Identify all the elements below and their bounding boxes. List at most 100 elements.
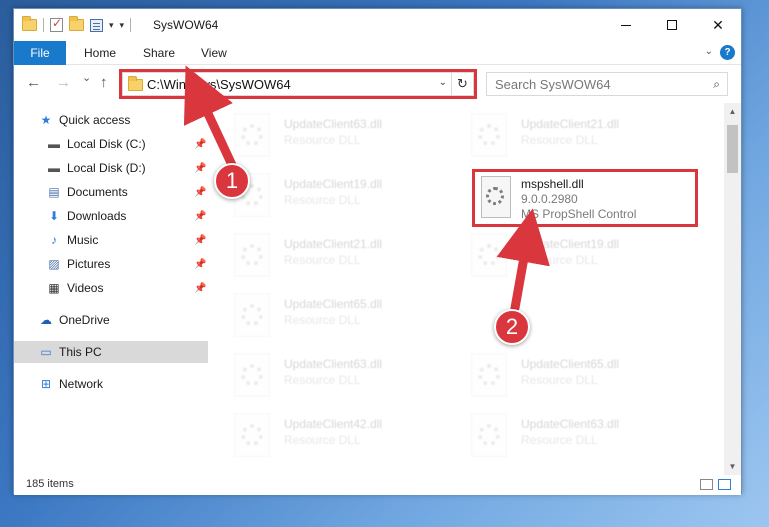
tab-view[interactable]: View (201, 41, 227, 65)
list-item[interactable]: UpdateClient21.dll Resource DLL (210, 227, 430, 287)
list-item[interactable]: UpdateClient63.dll Resource DLL (210, 347, 430, 407)
minimize-button[interactable] (603, 9, 649, 41)
file-name: UpdateClient21.dll (284, 237, 383, 251)
search-box[interactable]: Search SysWOW64 ⌕ (486, 72, 728, 96)
cloud-icon: ☁ (38, 313, 54, 327)
highlighted-file-mspshell[interactable]: mspshell.dll 9.0.0.2980 MS PropShell Con… (472, 169, 698, 227)
divider (43, 18, 44, 32)
sidebar-item-label: Music (67, 233, 99, 247)
file-name: UpdateClient21.dll (521, 117, 620, 131)
quick-access-toolbar: ▾ ▾ (22, 16, 132, 33)
sidebar-item-this-pc[interactable]: ▭ This PC (14, 341, 208, 363)
sidebar-item-music[interactable]: ♪ Music 📌 (14, 229, 208, 251)
file-description: Resource DLL (284, 373, 361, 387)
file-description: Resource DLL (521, 433, 598, 447)
drive-glyph: ▬ (48, 137, 60, 151)
folder-icon[interactable] (22, 16, 37, 31)
file-list: UpdateClient63.dll Resource DLL UpdateCl… (210, 103, 724, 475)
address-highlight-box (119, 69, 477, 99)
file-description: Resource DLL (284, 193, 361, 207)
forward-button[interactable]: → (56, 74, 71, 91)
details-view-icon[interactable] (700, 479, 713, 490)
file-name: UpdateClient42.dll (284, 417, 383, 431)
pin-icon[interactable]: 📌 (194, 139, 206, 150)
file-description: Resource DLL (521, 373, 598, 387)
pin-icon[interactable]: 📌 (194, 187, 206, 198)
close-button[interactable]: ✕ (695, 9, 741, 41)
recent-locations-chevron-icon[interactable]: ⌄ (82, 71, 91, 84)
sidebar-item-label: Pictures (67, 257, 111, 271)
scrollbar-thumb[interactable] (727, 125, 738, 173)
sidebar-item-label: Local Disk (C:) (67, 137, 146, 151)
dll-file-icon (234, 113, 270, 157)
pictures-glyph: ▨ (48, 257, 60, 271)
dll-file-icon (471, 233, 507, 277)
sidebar-item-onedrive[interactable]: ☁ OneDrive (14, 309, 208, 331)
help-icon[interactable]: ? (720, 45, 735, 60)
documents-glyph: ▤ (48, 185, 60, 199)
list-item[interactable]: UpdateClient63.dll Resource DLL (210, 107, 430, 167)
customize-toolbar-icon[interactable] (90, 18, 103, 32)
status-bar: 185 items (14, 475, 741, 495)
divider (130, 18, 132, 32)
navigation-bar: ← → ⌄ ↑ C:\Windows\SysWOW64 ⌄ ↻ Search S… (14, 66, 741, 100)
properties-check-icon[interactable] (50, 16, 63, 32)
vertical-scrollbar[interactable]: ▲ ▼ (724, 103, 741, 475)
pin-icon[interactable]: 📌 (194, 259, 206, 270)
back-button[interactable]: ← (26, 74, 41, 91)
dll-file-icon (471, 353, 507, 397)
search-input[interactable]: Search SysWOW64 (495, 77, 611, 92)
sidebar-item-label: Quick access (59, 113, 131, 127)
pin-icon[interactable]: 📌 (194, 211, 206, 222)
tab-share[interactable]: Share (143, 41, 175, 65)
pin-icon[interactable]: 📌 (194, 283, 206, 294)
list-item[interactable]: UpdateClient63.dll Resource DLL (447, 407, 667, 467)
dll-file-icon (471, 413, 507, 457)
sidebar-item-downloads[interactable]: ⬇ Downloads 📌 (14, 205, 208, 227)
sidebar-item-quick-access[interactable]: ★ Quick access (14, 109, 208, 131)
documents-icon: ▤ (46, 185, 62, 199)
sidebar-item-local-disk-c[interactable]: ▬ Local Disk (C:) 📌 (14, 133, 208, 155)
expand-ribbon-chevron-icon[interactable]: ⌄ (705, 46, 713, 57)
file-description: Resource DLL (284, 133, 361, 147)
gear-icon (486, 187, 504, 205)
list-item[interactable]: UpdateClient65.dll Resource DLL (210, 287, 430, 347)
item-count: 185 items (26, 478, 74, 490)
file-description: Resource DLL (521, 133, 598, 147)
list-item[interactable]: UpdateClient21.dll Resource DLL (447, 107, 667, 167)
new-folder-icon[interactable] (69, 16, 84, 31)
toolbar-dropdown-icon[interactable]: ▾ (120, 20, 125, 31)
pin-icon[interactable]: 📌 (194, 235, 206, 246)
sidebar-item-pictures[interactable]: ▨ Pictures 📌 (14, 253, 208, 275)
music-note-icon: ♪ (46, 233, 62, 247)
list-item[interactable]: UpdateClient42.dll Resource DLL (210, 407, 430, 467)
gear-icon (241, 244, 263, 266)
sidebar-item-label: Documents (67, 185, 128, 199)
tab-file[interactable]: File (14, 41, 66, 65)
network-icon: ⊞ (38, 377, 54, 391)
scroll-up-arrow-icon[interactable]: ▲ (724, 103, 741, 120)
maximize-button[interactable] (649, 9, 695, 41)
file-name: UpdateClient63.dll (284, 357, 383, 371)
large-icons-view-icon[interactable] (718, 479, 731, 490)
sidebar-item-documents[interactable]: ▤ Documents 📌 (14, 181, 208, 203)
file-description: Resource DLL (284, 433, 361, 447)
sidebar-item-local-disk-d[interactable]: ▬ Local Disk (D:) 📌 (14, 157, 208, 179)
search-icon[interactable]: ⌕ (713, 77, 720, 92)
computer-glyph: ▭ (40, 345, 52, 359)
gear-icon (241, 424, 263, 446)
list-item[interactable]: UpdateClient19.dll Resource DLL (447, 227, 667, 287)
tab-home[interactable]: Home (84, 41, 116, 65)
file-name: UpdateClient63.dll (521, 417, 620, 431)
gear-icon (241, 364, 263, 386)
scroll-down-arrow-icon[interactable]: ▼ (724, 458, 741, 475)
chevron-down-icon[interactable]: ▾ (109, 20, 114, 31)
step-2-badge: 2 (494, 309, 530, 345)
pin-icon[interactable]: 📌 (194, 163, 206, 174)
sidebar-item-label: Local Disk (D:) (67, 161, 146, 175)
navigation-pane: ★ Quick access ▬ Local Disk (C:) 📌 ▬ Loc… (14, 103, 210, 475)
sidebar-item-network[interactable]: ⊞ Network (14, 373, 208, 395)
list-item[interactable]: UpdateClient65.dll Resource DLL (447, 347, 667, 407)
sidebar-item-videos[interactable]: ▦ Videos 📌 (14, 277, 208, 299)
up-button[interactable]: ↑ (100, 74, 108, 91)
